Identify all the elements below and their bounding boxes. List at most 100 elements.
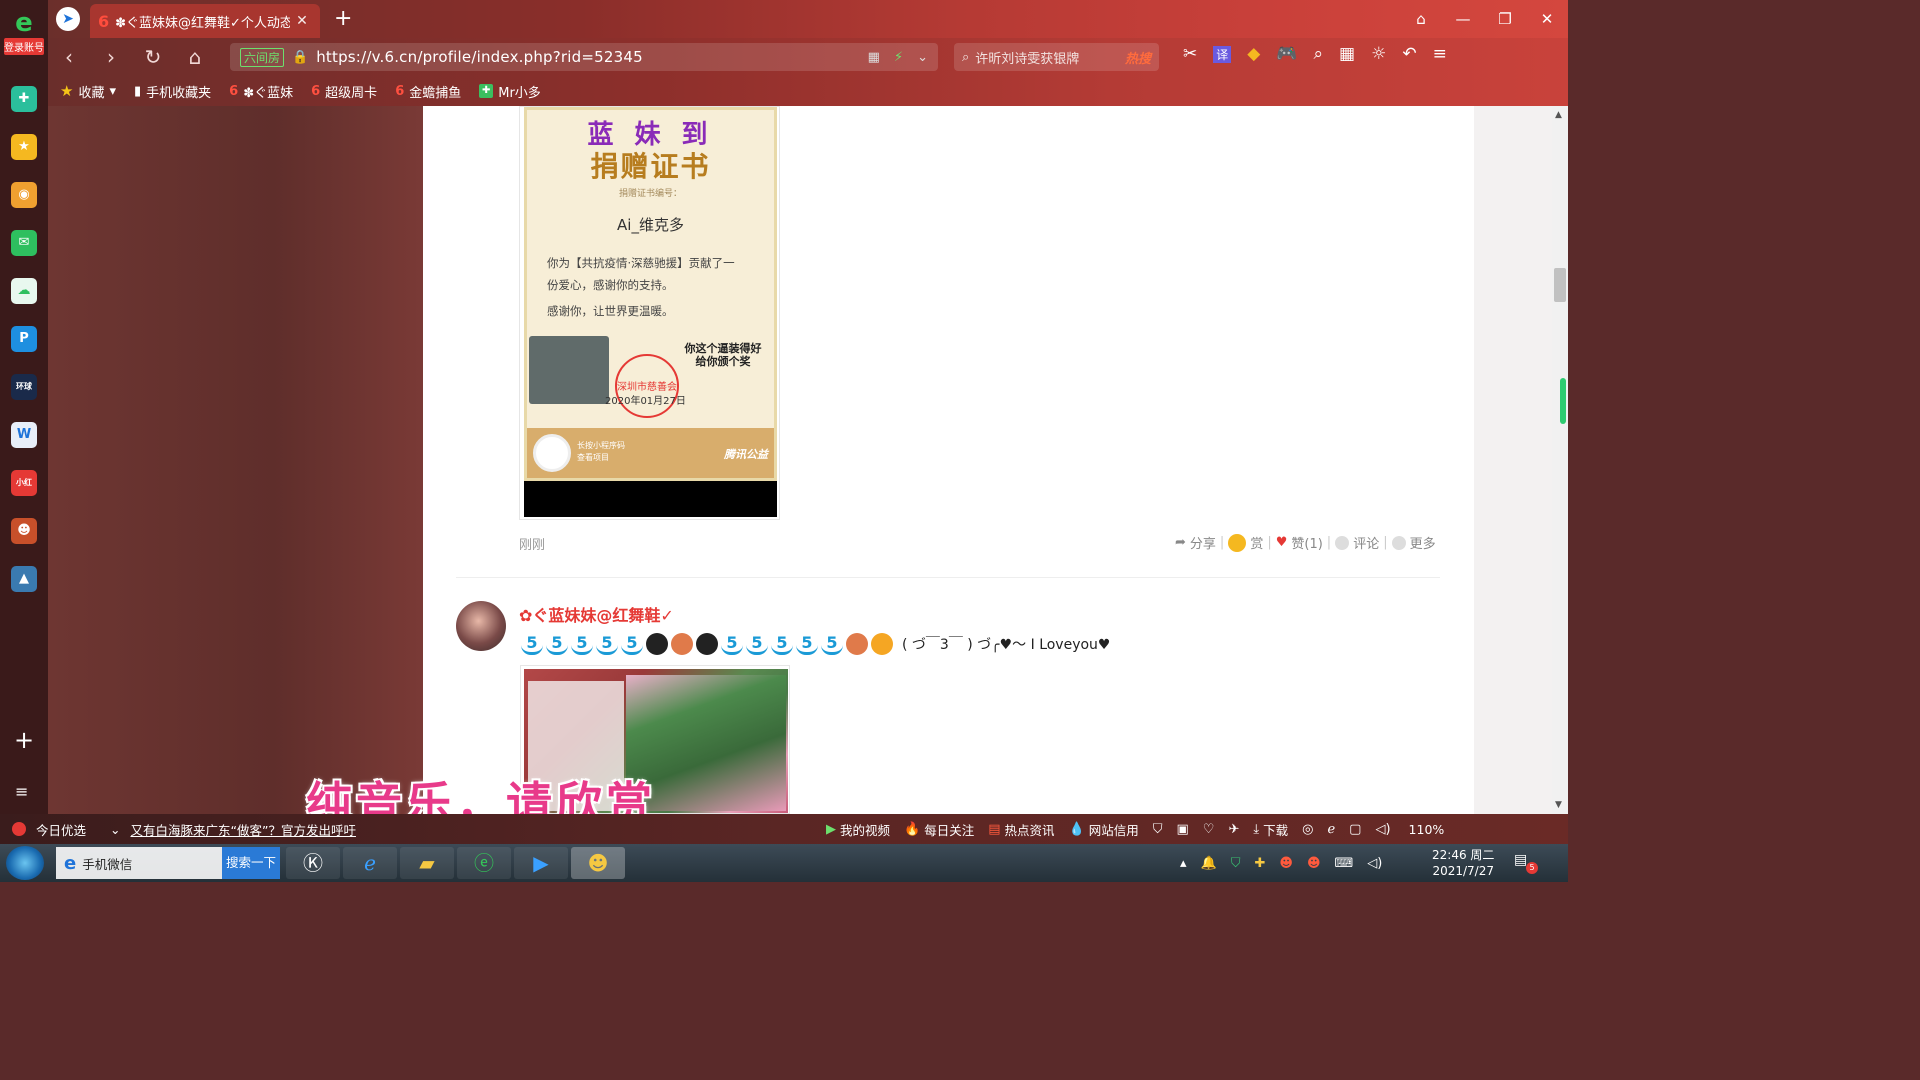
skin-icon[interactable]: ⌂ <box>1400 10 1442 28</box>
new-tab-button[interactable]: + <box>334 6 352 31</box>
network-icon[interactable]: ⌨ <box>1335 856 1354 871</box>
game-icon[interactable]: 🎮 <box>1276 44 1297 64</box>
lightning-icon[interactable]: ⚡ <box>894 50 903 65</box>
find-icon[interactable]: ⌕ <box>1314 44 1324 64</box>
scroll-up-icon[interactable]: ▲ <box>1555 110 1562 120</box>
speaker-icon[interactable]: ◁) <box>1367 856 1382 871</box>
minimize-button[interactable]: — <box>1442 10 1484 28</box>
system-clock[interactable]: 22:46 周二 2021/7/27 <box>1432 847 1494 879</box>
taskbar-search-button[interactable]: 搜索一下 <box>222 847 280 879</box>
taskbar-explorer-icon[interactable]: ▰ <box>400 847 454 879</box>
browser-logo[interactable]: e 登录账号 <box>4 8 44 55</box>
accelerate-icon[interactable]: ✈ <box>1228 822 1239 837</box>
scrollbar-thumb[interactable] <box>1554 268 1566 302</box>
sidebar-mail-icon[interactable]: ✉ <box>11 230 37 256</box>
sidebar-add-icon[interactable]: + <box>14 726 34 754</box>
bookmark-weekcard[interactable]: 6 超级周卡 <box>311 82 377 101</box>
scissors-icon[interactable]: ✂ <box>1183 44 1197 64</box>
coin-icon[interactable]: ◆ <box>1247 44 1260 64</box>
tray-plus-icon[interactable]: ✚ <box>1254 856 1265 871</box>
zoom-level[interactable]: 110% <box>1409 822 1445 837</box>
tray-expand-icon[interactable]: ▴ <box>1180 856 1187 871</box>
reward-button[interactable]: 赏 <box>1250 533 1263 552</box>
sidebar-app-icon-1[interactable]: ✚ <box>11 86 37 112</box>
address-bar[interactable]: 六间房 🔒 https://v.6.cn/profile/index.php?r… <box>230 43 938 71</box>
post-username[interactable]: ✿ぐ蓝妹妹@红舞鞋✓ <box>519 602 674 626</box>
sidebar-news-icon[interactable]: 环球 <box>11 374 37 400</box>
taskbar-browser-icon[interactable]: ⓔ <box>457 847 511 879</box>
taskbar-search-field[interactable]: e 手机微信 <box>56 847 222 879</box>
undo-icon[interactable]: ↶ <box>1402 44 1416 64</box>
taskbar-qq-icon[interactable]: ☻ <box>571 847 625 879</box>
hot-news-link[interactable]: 热点资讯 <box>1005 820 1055 839</box>
my-video-link[interactable]: 我的视频 <box>840 820 890 839</box>
sidebar-menu-icon[interactable]: ≡ <box>15 782 28 801</box>
bookmark-mrxiaoduo[interactable]: ✚ Mr小多 <box>479 82 541 101</box>
bell-icon[interactable]: 🔔 <box>1201 856 1217 871</box>
translate-icon[interactable]: 译 <box>1213 45 1232 63</box>
search-box[interactable]: ⌕ 许昕刘诗雯获银牌 热搜 <box>954 43 1159 71</box>
image-icon[interactable]: ▣ <box>1177 822 1189 837</box>
qq-tray-icon-2[interactable]: ☻ <box>1307 856 1321 871</box>
post-image-certificate[interactable]: 蓝 妹 到 捐赠证书 捐赠证书编号： Ai_维克多 你为【共抗疫情·深慈驰援】贡… <box>519 106 780 520</box>
sidebar-weibo-icon[interactable]: ◉ <box>11 182 37 208</box>
comment-button[interactable]: 评论 <box>1353 533 1379 552</box>
today-picks-link[interactable]: 今日优选 <box>36 820 86 839</box>
scrollbar[interactable]: ▲ ▼ <box>1552 106 1568 814</box>
news-ticker-link[interactable]: 又有白海豚来广东“做客”？官方发出呼吁 <box>131 820 356 839</box>
taskbar-ie-icon[interactable]: ℯ <box>343 847 397 879</box>
hot-search-label[interactable]: 热搜 <box>1125 48 1151 67</box>
taskbar-player-icon[interactable]: ▶ <box>514 847 568 879</box>
sidebar-p-icon[interactable]: P <box>11 326 37 352</box>
tab-profile[interactable]: 6 ✽ぐ蓝妹妹@红舞鞋✓个人动态 ✕ <box>90 4 320 38</box>
close-window-button[interactable]: ✕ <box>1526 10 1568 28</box>
notification-center-icon[interactable]: ▤ 5 <box>1514 852 1538 874</box>
chevron-down-icon[interactable]: ⌄ <box>110 822 120 837</box>
sidebar-doc-icon[interactable]: W <box>11 422 37 448</box>
download-link[interactable]: 下载 <box>1263 820 1288 839</box>
shield-icon[interactable]: ⛉ <box>1153 822 1163 837</box>
tab-close-icon[interactable]: ✕ <box>296 13 308 29</box>
window-icon[interactable]: ▢ <box>1349 822 1361 837</box>
url-text[interactable]: https://v.6.cn/profile/index.php?rid=523… <box>316 48 643 66</box>
ie-mode-icon[interactable]: ℯ <box>1327 822 1335 837</box>
apps-grid-icon[interactable]: ▦ <box>1339 44 1355 64</box>
sidebar-redbook-icon[interactable]: 小红 <box>11 470 37 496</box>
bookmark-phone[interactable]: ▮ 手机收藏夹 <box>134 82 211 101</box>
taskbar-k-app-icon[interactable]: Ⓚ <box>286 847 340 879</box>
sidebar-game2-icon[interactable]: ▲ <box>11 566 37 592</box>
forward-button[interactable]: › <box>90 45 132 69</box>
brightness-icon[interactable]: ☼ <box>1371 44 1386 64</box>
menu-icon[interactable]: ≡ <box>1433 44 1447 64</box>
sidebar-favorites-icon[interactable]: ★ <box>11 134 37 160</box>
sidebar-game-icon[interactable]: ☻ <box>11 518 37 544</box>
more-button[interactable]: 更多 <box>1410 533 1436 552</box>
navigation-compass-icon[interactable]: ➤ <box>56 7 80 31</box>
headset-icon[interactable]: ◎ <box>1302 822 1313 837</box>
security-icon[interactable]: ⛉ <box>1231 856 1241 871</box>
qr-icon[interactable]: ▦ <box>868 50 880 65</box>
refresh-button[interactable]: ↻ <box>132 45 174 69</box>
dropdown-chevron-icon[interactable]: ⌄ <box>917 50 928 65</box>
home-button[interactable]: ⌂ <box>174 45 216 69</box>
restore-button[interactable]: ❐ <box>1484 10 1526 28</box>
bookmark-profile[interactable]: 6 ✽ぐ蓝妹 <box>229 82 293 101</box>
side-indicator[interactable] <box>1560 378 1566 424</box>
scroll-down-icon[interactable]: ▼ <box>1555 800 1562 810</box>
search-text[interactable]: 许昕刘诗雯获银牌 <box>975 48 1079 67</box>
back-button[interactable]: ‹ <box>48 45 90 69</box>
share-button[interactable]: 分享 <box>1190 533 1216 552</box>
like-button[interactable]: 赞(1) <box>1291 533 1322 552</box>
start-button[interactable] <box>6 846 44 880</box>
bookmark-favorites[interactable]: ★ 收藏 ▾ <box>60 82 116 101</box>
bookmark-fishing[interactable]: 6 金蟾捕鱼 <box>395 82 461 101</box>
volume-icon[interactable]: ◁) <box>1375 822 1390 837</box>
login-button[interactable]: 登录账号 <box>4 38 44 55</box>
site-credit-link[interactable]: 网站信用 <box>1089 820 1139 839</box>
taskbar-search-text[interactable]: 手机微信 <box>82 854 132 873</box>
sidebar-cloud-icon[interactable]: ☁ <box>11 278 37 304</box>
qq-tray-icon[interactable]: ☻ <box>1279 856 1293 871</box>
heart-outline-icon[interactable]: ♡ <box>1203 822 1215 837</box>
daily-focus-link[interactable]: 每日关注 <box>924 820 974 839</box>
avatar[interactable] <box>456 601 506 651</box>
